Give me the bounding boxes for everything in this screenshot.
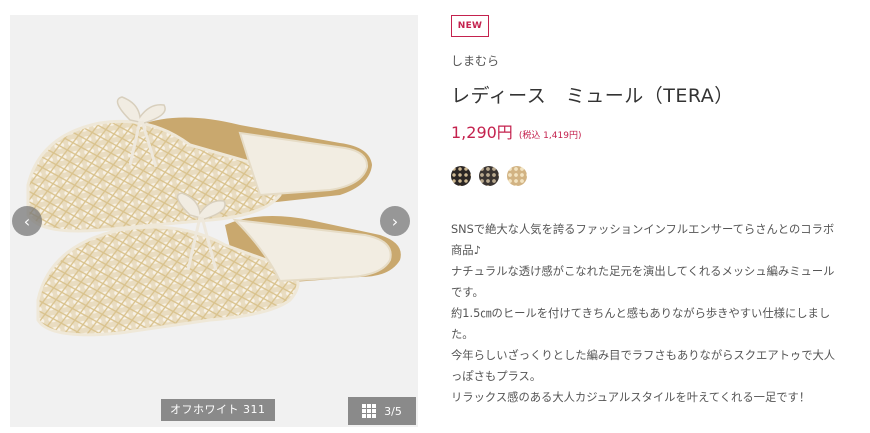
description-line: っぽさもプラス。: [451, 370, 542, 383]
brand-name: しまむら: [451, 54, 500, 68]
price-with-tax: (税込 1,419円): [518, 131, 582, 141]
chevron-left-icon: ‹: [23, 211, 31, 231]
prev-image-button[interactable]: ‹: [12, 206, 42, 236]
swatch-beige-pattern[interactable]: [507, 166, 527, 186]
color-caption: オフホワイト 311: [161, 399, 275, 421]
product-photo: [26, 96, 401, 337]
description-line: 約1.5㎝のヒールを付けてきちんと感もありながら歩きやすい仕様にしまし: [451, 307, 831, 320]
description-line: た。: [451, 328, 474, 341]
swatch-dark-pattern[interactable]: [479, 166, 499, 186]
product-title: レディース ミュール（TERA）: [451, 85, 734, 107]
color-swatches: [451, 166, 527, 186]
product-description: SNSで絶大な人気を誇るファッションインフルエンサーてらさんとのコラボ 商品♪ …: [451, 219, 863, 408]
swatch-black-pattern[interactable]: [451, 166, 471, 186]
description-line: SNSで絶大な人気を誇るファッションインフルエンサーてらさんとのコラボ: [451, 223, 835, 236]
price: 1,290円: [451, 123, 513, 142]
new-badge: NEW: [451, 15, 489, 37]
product-image-gallery: ‹ › オフホワイト 311 3/5: [10, 15, 418, 427]
description-line: 商品♪: [451, 244, 481, 257]
image-counter: 3/5: [384, 404, 402, 418]
description-line: ナチュラルな透け感がこなれた足元を演出してくれるメッシュ編みミュール: [451, 265, 835, 278]
grid-icon: [362, 404, 377, 418]
price-row: 1,290円 (税込 1,419円): [451, 119, 581, 143]
next-image-button[interactable]: ›: [380, 206, 410, 236]
description-line: リラックス感のある大人カジュアルスタイルを叶えてくれる一足です！: [451, 391, 811, 404]
image-gallery-button[interactable]: 3/5: [348, 397, 416, 425]
description-line: です。: [451, 286, 484, 299]
chevron-right-icon: ›: [391, 211, 399, 231]
description-line: 今年らしいざっくりとした編み目でラフさもありながらスクエアトゥで大人: [451, 349, 836, 362]
